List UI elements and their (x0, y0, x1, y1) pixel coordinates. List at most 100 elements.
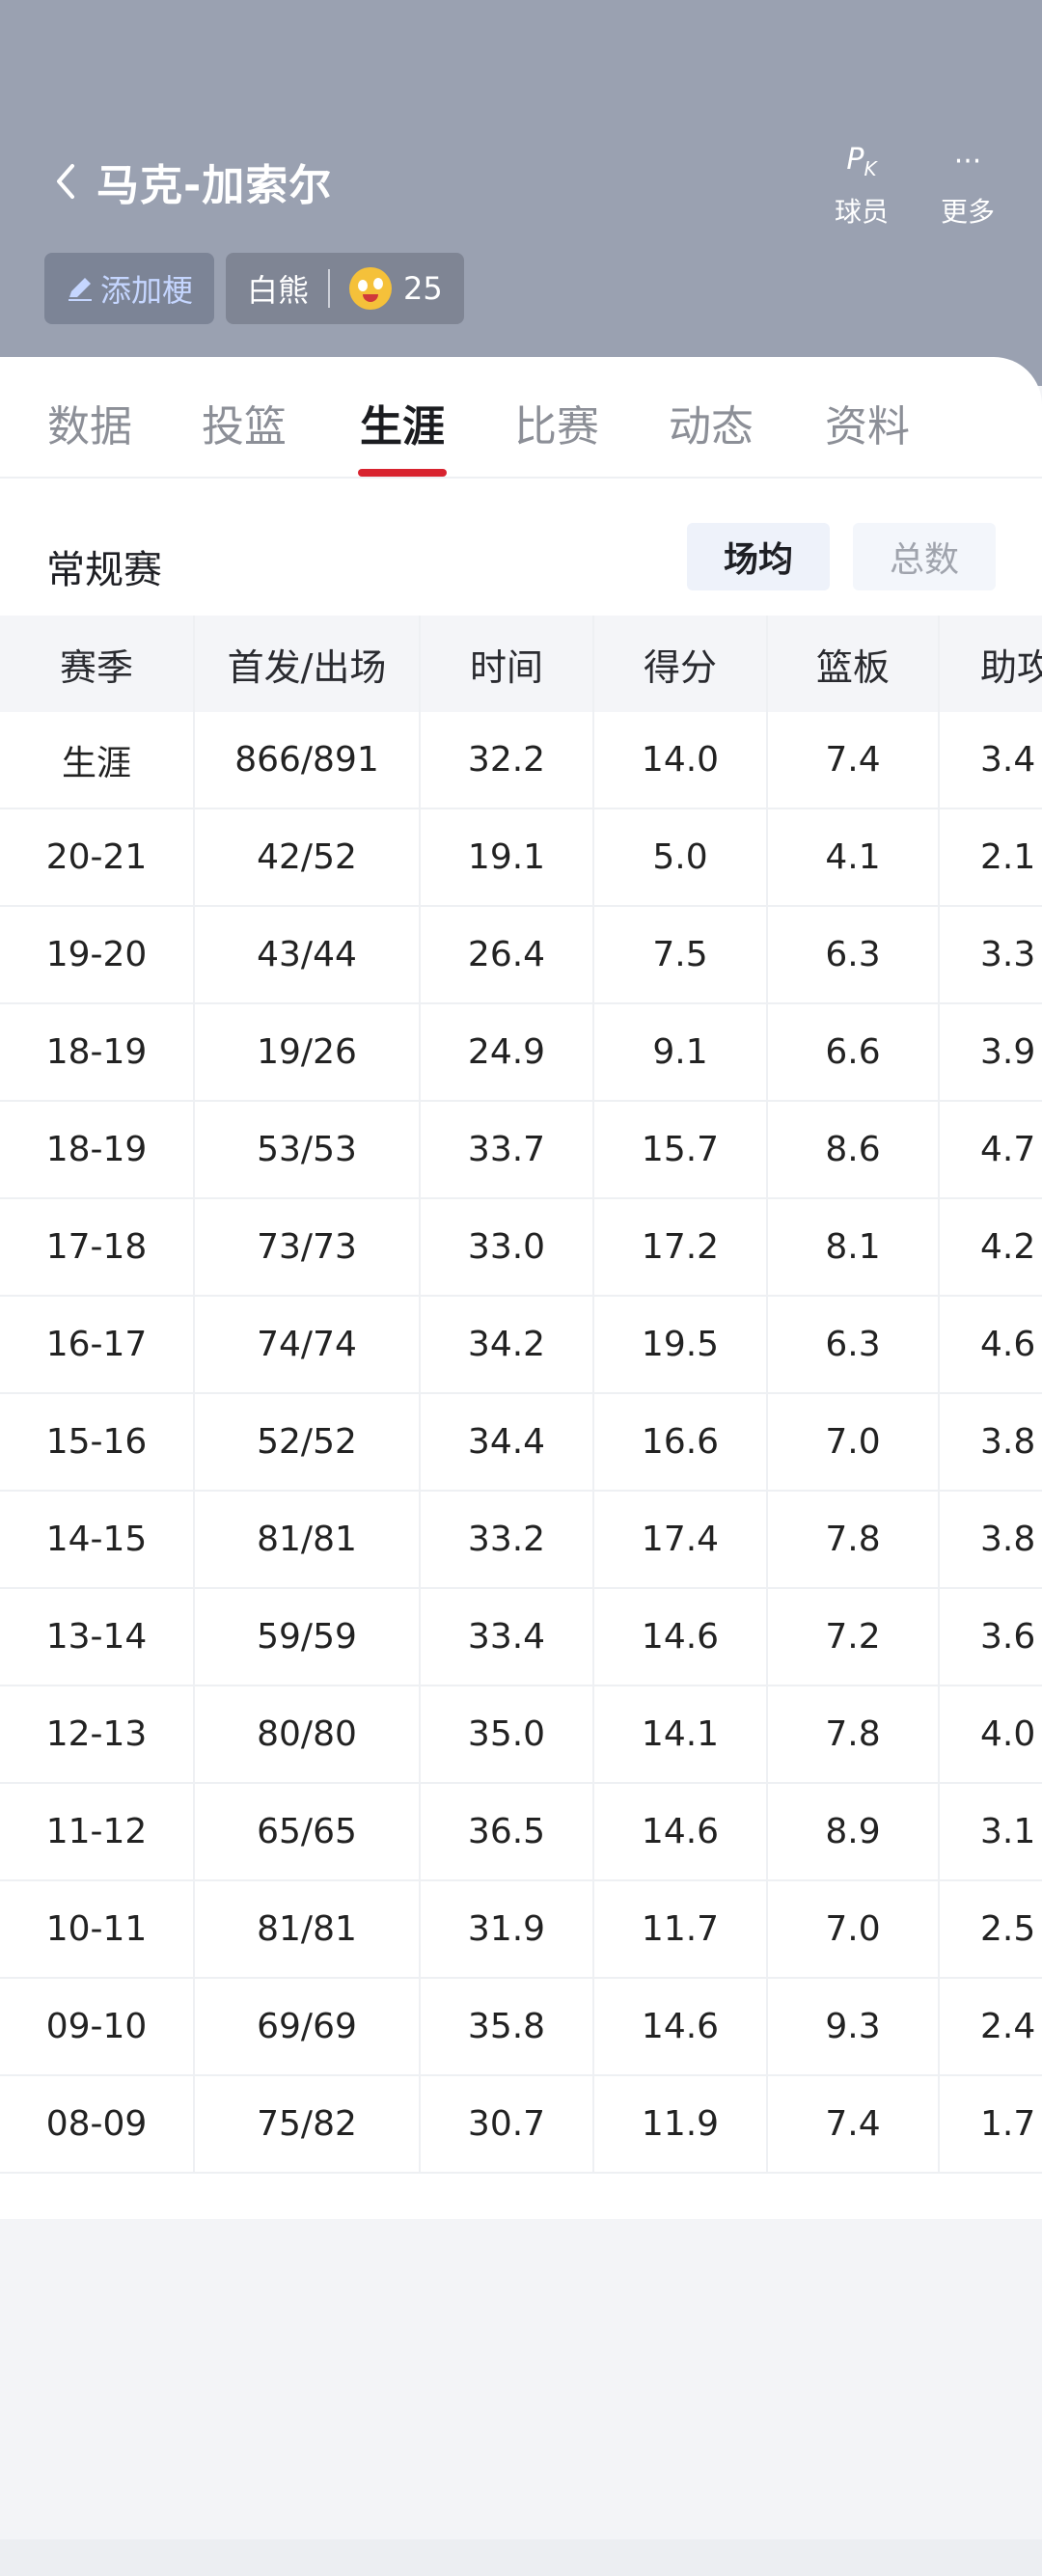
cell-rebounds: 8.6 (768, 1102, 940, 1197)
cell-minutes: 35.8 (421, 1979, 594, 2074)
cell-starts-games: 75/82 (195, 2076, 421, 2172)
player-header: 马克-加索尔 PK 球员 ··· 更多 添加梗 白熊 25 (0, 0, 1042, 386)
tab-shooting[interactable]: 投篮 (181, 392, 307, 453)
cell-starts-games: 74/74 (195, 1297, 421, 1392)
cell-rebounds: 6.3 (768, 1297, 940, 1392)
tag-bar: 添加梗 白熊 25 (44, 253, 464, 324)
cell-points: 16.6 (594, 1394, 768, 1490)
more-icon: ··· (953, 144, 982, 178)
cell-assists: 3.8 (980, 1520, 1036, 1559)
cell-minutes: 33.4 (421, 1589, 594, 1685)
tab-bar: 数据 投篮 生涯 比赛 动态 资料 (0, 357, 1042, 479)
table-row: 09-10 69/69 35.8 14.6 9.3 2.4 (0, 1979, 1042, 2076)
cell-points: 5.0 (594, 809, 768, 905)
cell-assists: 4.7 (980, 1130, 1036, 1169)
player-name: 马克-加索尔 (96, 161, 333, 210)
cell-starts-games: 866/891 (195, 712, 421, 808)
cell-points: 14.6 (594, 1784, 768, 1879)
table-row: 15-16 52/52 34.4 16.6 7.0 3.8 (0, 1394, 1042, 1492)
cell-rebounds: 4.1 (768, 809, 940, 905)
active-tab-indicator (358, 469, 447, 477)
cell-season: 10-11 (0, 1881, 195, 1977)
cell-season: 11-12 (0, 1784, 195, 1879)
cell-minutes: 36.5 (421, 1784, 594, 1879)
cell-points: 14.0 (594, 712, 768, 808)
more-label: 更多 (940, 196, 995, 228)
cell-points: 11.9 (594, 2076, 768, 2172)
table-row: 08-09 75/82 30.7 11.9 7.4 1.7 (0, 2076, 1042, 2174)
cell-season: 20-21 (0, 809, 195, 905)
cell-points: 15.7 (594, 1102, 768, 1197)
cell-points: 19.5 (594, 1297, 768, 1392)
add-meme-label: 添加梗 (100, 272, 194, 309)
tab-career[interactable]: 生涯 (340, 392, 465, 453)
cell-season: 19-20 (0, 907, 195, 1002)
cell-season: 16-17 (0, 1297, 195, 1392)
table-row: 11-12 65/65 36.5 14.6 8.9 3.1 (0, 1784, 1042, 1881)
cell-starts-games: 81/81 (195, 1492, 421, 1587)
pk-icon: PK (846, 142, 877, 180)
tab-profile[interactable]: 资料 (805, 392, 930, 453)
pk-label: 球员 (834, 196, 889, 228)
career-stats-table: 赛季 首发/出场 时间 得分 篮板 助攻 生涯 866/891 32.2 14.0 7.… (0, 616, 1042, 2174)
more-button[interactable]: ··· 更多 (915, 135, 1021, 230)
section-title: 常规赛 (46, 548, 162, 592)
divider (328, 269, 331, 308)
table-row: 生涯 866/891 32.2 14.0 7.4 3.4 (0, 712, 1042, 809)
header-minutes: 时间 (421, 616, 594, 712)
add-meme-button[interactable]: 添加梗 (44, 253, 215, 324)
cell-season: 14-15 (0, 1492, 195, 1587)
cell-points: 11.7 (594, 1881, 768, 1977)
nickname-tag[interactable]: 白熊 25 (226, 253, 464, 324)
cell-season: 15-16 (0, 1394, 195, 1490)
cell-assists: 3.8 (980, 1422, 1036, 1462)
cell-starts-games: 80/80 (195, 1686, 421, 1782)
bottom-edge (0, 2539, 1042, 2576)
cell-rebounds: 7.8 (768, 1492, 940, 1587)
cell-season: 17-18 (0, 1199, 195, 1295)
cell-minutes: 31.9 (421, 1881, 594, 1977)
table-row: 13-14 59/59 33.4 14.6 7.2 3.6 (0, 1589, 1042, 1686)
cell-minutes: 33.2 (421, 1492, 594, 1587)
cell-minutes: 24.9 (421, 1004, 594, 1100)
cell-rebounds: 8.1 (768, 1199, 940, 1295)
cell-assists: 3.9 (980, 1032, 1036, 1072)
cell-minutes: 35.0 (421, 1686, 594, 1782)
header-rebounds: 篮板 (768, 616, 940, 712)
pk-button[interactable]: PK 球员 (809, 135, 915, 230)
tab-data[interactable]: 数据 (27, 392, 152, 453)
per-game-toggle[interactable]: 场均 (687, 523, 830, 590)
cell-starts-games: 73/73 (195, 1199, 421, 1295)
table-row: 10-11 81/81 31.9 11.7 7.0 2.5 (0, 1881, 1042, 1979)
cell-starts-games: 69/69 (195, 1979, 421, 2074)
back-button[interactable] (46, 154, 85, 208)
cell-assists: 1.7 (980, 2104, 1036, 2144)
table-body: 生涯 866/891 32.2 14.0 7.4 3.4 20-21 42/52 19.1 5.0… (0, 712, 1042, 2174)
cell-rebounds: 6.3 (768, 907, 940, 1002)
cell-assists: 2.1 (980, 837, 1036, 877)
cell-season: 09-10 (0, 1979, 195, 2074)
cell-assists: 4.0 (980, 1714, 1036, 1754)
emoji-icon (349, 267, 393, 310)
cell-rebounds: 7.2 (768, 1589, 940, 1685)
cell-starts-games: 53/53 (195, 1102, 421, 1197)
table-row: 20-21 42/52 19.1 5.0 4.1 2.1 (0, 809, 1042, 907)
cell-starts-games: 42/52 (195, 809, 421, 905)
tab-games[interactable]: 比赛 (494, 392, 619, 453)
cell-starts-games: 65/65 (195, 1784, 421, 1879)
cell-assists: 3.6 (980, 1617, 1036, 1657)
table-row: 19-20 43/44 26.4 7.5 6.3 3.3 (0, 907, 1042, 1004)
cell-rebounds: 7.8 (768, 1686, 940, 1782)
cell-rebounds: 7.4 (768, 2076, 940, 2172)
table-header: 赛季 首发/出场 时间 得分 篮板 助攻 (0, 616, 1042, 712)
table-row: 18-19 53/53 33.7 15.7 8.6 4.7 (0, 1102, 1042, 1199)
cell-rebounds: 6.6 (768, 1004, 940, 1100)
table-row: 14-15 81/81 33.2 17.4 7.8 3.8 (0, 1492, 1042, 1589)
cell-points: 17.2 (594, 1199, 768, 1295)
cell-minutes: 32.2 (421, 712, 594, 808)
header-starts-games: 首发/出场 (195, 616, 421, 712)
cell-rebounds: 7.0 (768, 1881, 940, 1977)
cell-assists: 2.5 (980, 1909, 1036, 1949)
totals-toggle[interactable]: 总数 (853, 523, 996, 590)
tab-news[interactable]: 动态 (648, 392, 774, 453)
